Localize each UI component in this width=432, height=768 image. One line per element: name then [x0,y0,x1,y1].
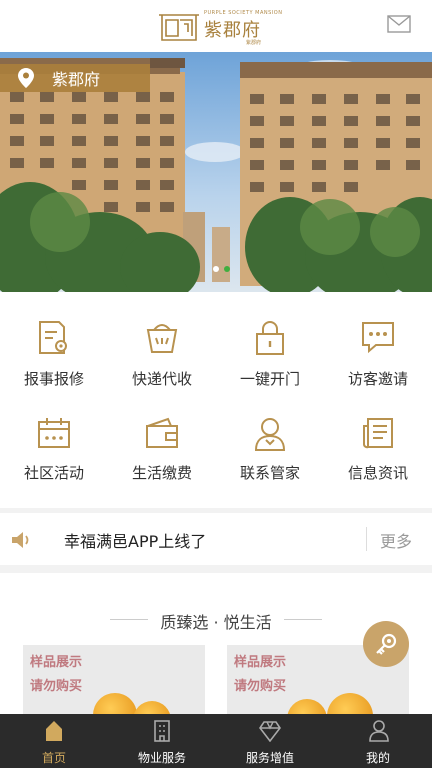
product-card[interactable]: 样品展示 请勿购买 [23,645,205,720]
service-label: 报事报修 [23,370,84,388]
service-label: 访客邀请 [347,370,408,388]
wallet-icon [146,417,178,448]
butler-icon [254,418,286,451]
card-label: 请勿购买 [234,679,287,694]
service-visitor[interactable]: 访客邀请 [324,320,432,416]
location-pin-icon [18,68,34,88]
service-label: 信息资讯 [347,464,408,482]
service-label: 社区活动 [23,464,84,482]
chat-bubble-icon [362,322,394,354]
service-label: 一键开门 [239,370,300,388]
tab-label: 我的 [365,751,390,765]
tab-value-added[interactable]: 服务增值 [216,714,324,768]
more-link[interactable]: 更多 [380,528,412,552]
building-icon [154,720,170,742]
tab-home[interactable]: 首页 [0,714,108,768]
logo-mark-icon [159,14,199,41]
service-payment[interactable]: 生活缴费 [108,416,216,512]
home-icon [46,721,62,741]
logo: PURPLE SOCIETY MANSION 紫郡府 紫郡府 [158,10,282,46]
notice-text[interactable]: 幸福满邑APP上线了 [64,528,206,552]
mail-icon[interactable] [387,15,411,33]
divider [366,527,367,551]
service-label: 快递代收 [131,370,192,388]
logo-subtext: 紫郡府 [246,40,262,46]
service-express[interactable]: 快递代收 [108,320,216,416]
tab-mine[interactable]: 我的 [324,714,432,768]
lock-icon [256,321,284,355]
tab-label: 物业服务 [137,751,186,765]
service-repair[interactable]: 报事报修 [0,320,108,416]
service-activity[interactable]: 社区活动 [0,416,108,512]
key-icon [376,633,397,655]
card-label: 请勿购买 [30,679,83,694]
banner-carousel[interactable]: 紫郡府 [0,52,432,292]
diamond-icon [259,721,281,742]
service-news[interactable]: 信息资讯 [324,416,432,512]
card-label: 样品展示 [30,655,83,670]
carousel-dot[interactable] [213,266,219,272]
news-icon [363,418,393,449]
tab-bar: 首页 物业服务 服务增值 我的 [0,714,432,768]
card-label: 样品展示 [234,655,287,670]
calendar-icon [38,418,70,448]
carousel-dot-active[interactable] [224,266,230,272]
location-label: 紫郡府 [52,70,101,89]
notice-bar[interactable]: 幸福满邑APP上线了 更多 [0,513,432,565]
service-label: 生活缴费 [131,464,192,482]
header: PURPLE SOCIETY MANSION 紫郡府 紫郡府 [0,0,432,52]
services-grid: 报事报修 快递代收 一键开门 访客邀请 社区活动 生活缴费 联系管家 信息资讯 [0,292,432,508]
tab-label: 服务增值 [245,751,294,765]
location-tag[interactable]: 紫郡府 [0,64,150,92]
repair-document-gear-icon [39,321,67,354]
title-line-right [284,619,322,620]
tab-property-service[interactable]: 物业服务 [108,714,216,768]
service-label: 联系管家 [239,464,300,482]
service-door[interactable]: 一键开门 [216,320,324,416]
tab-label: 首页 [41,751,66,765]
key-fab-button[interactable] [363,621,409,667]
express-basket-icon [146,324,178,353]
speaker-icon [12,532,29,548]
user-icon [369,720,389,742]
service-butler[interactable]: 联系管家 [216,416,324,512]
